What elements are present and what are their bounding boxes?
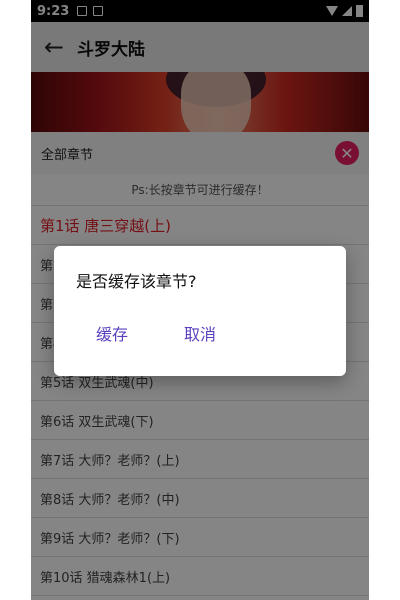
cancel-button[interactable]: 取消 <box>184 316 216 350</box>
cache-dialog: 是否缓存该章节? 缓存 取消 <box>54 246 346 376</box>
app-screen: 9:23 ← 斗罗大陆 全部章节 ✕ Ps:长按章节可进行缓存！ 第1话 唐三穿… <box>31 0 369 600</box>
cache-button[interactable]: 缓存 <box>96 316 128 350</box>
dialog-message: 是否缓存该章节? <box>76 272 197 291</box>
